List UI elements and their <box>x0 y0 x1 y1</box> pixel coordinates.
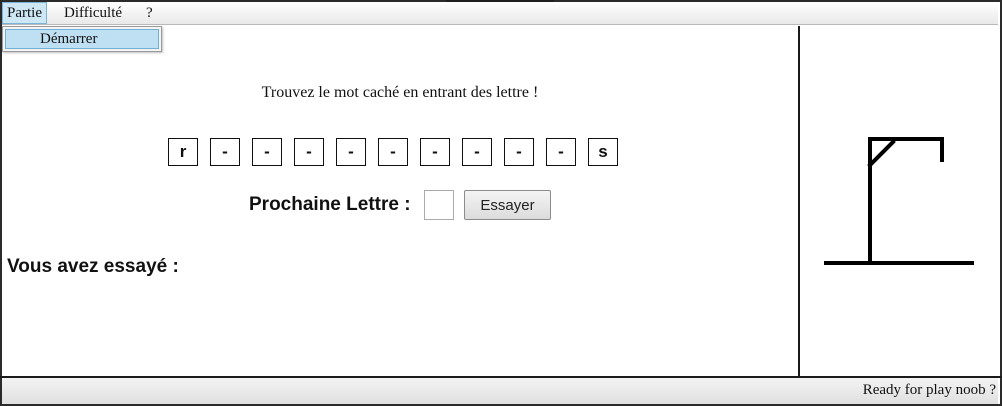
partie-dropdown: Démarrer <box>2 26 162 52</box>
menu-help[interactable]: ? <box>142 2 157 24</box>
letter-box: - <box>378 138 408 166</box>
next-letter-input[interactable] <box>424 190 454 220</box>
menu-bar: Partie Difficulté ? <box>2 2 998 25</box>
letter-box: - <box>420 138 450 166</box>
status-bar: Ready for play noob ? <box>2 378 998 404</box>
menu-partie[interactable]: Partie <box>2 2 47 24</box>
letter-box: - <box>210 138 240 166</box>
status-text: Ready for play noob ? <box>862 382 996 398</box>
letter-box: - <box>336 138 366 166</box>
menu-difficulte[interactable]: Difficulté <box>60 2 126 24</box>
instruction-text: Trouvez le mot caché en entrant des lett… <box>261 84 539 101</box>
letter-box: - <box>462 138 492 166</box>
letter-box: s <box>588 138 618 166</box>
letter-box: - <box>252 138 282 166</box>
letter-box: - <box>294 138 324 166</box>
try-button[interactable]: Essayer <box>464 190 551 220</box>
letter-box: - <box>504 138 534 166</box>
letter-box: - <box>546 138 576 166</box>
tried-letters-label: Vous avez essayé : <box>7 256 179 277</box>
letter-box: r <box>168 138 198 166</box>
gallows-icon <box>824 137 974 265</box>
menu-item-demarrer[interactable]: Démarrer <box>5 29 159 49</box>
game-panel: Trouvez le mot caché en entrant des lett… <box>2 26 798 376</box>
next-letter-label: Prochaine Lettre : <box>249 194 411 215</box>
gallows-brace <box>867 139 896 168</box>
hangman-panel <box>800 26 998 376</box>
